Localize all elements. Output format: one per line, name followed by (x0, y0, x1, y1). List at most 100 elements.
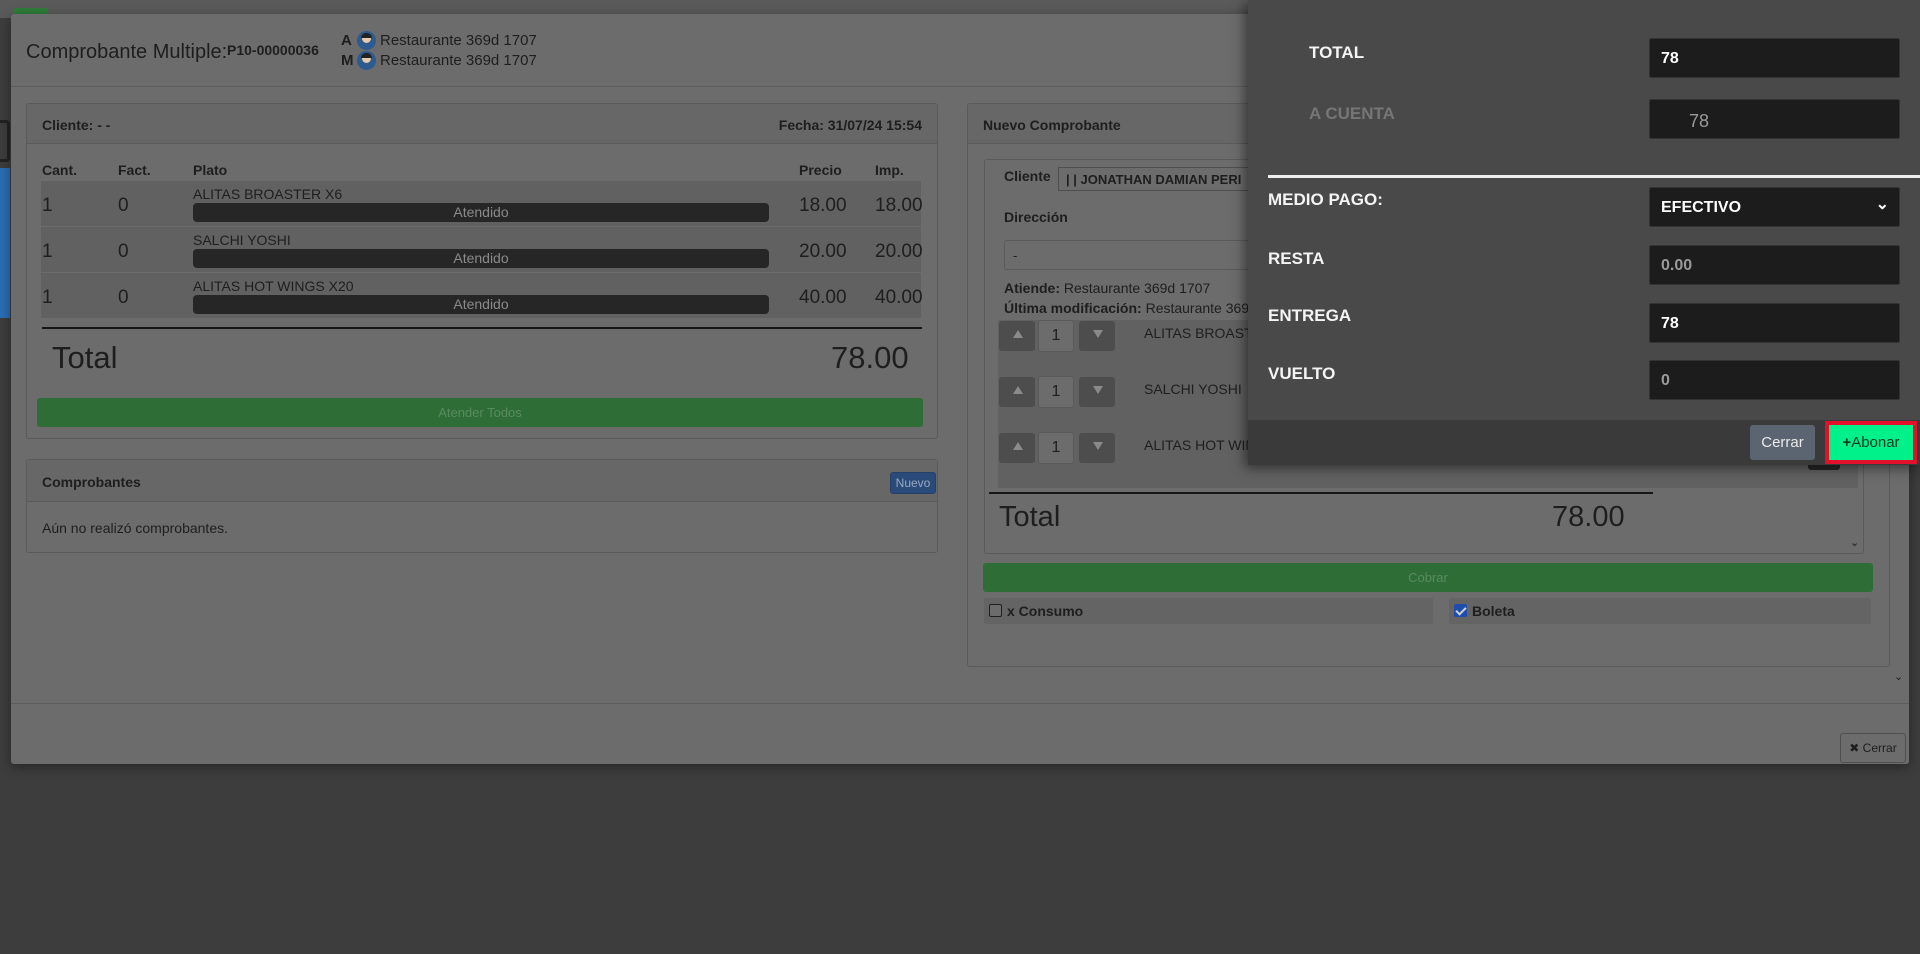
user-row-m: M Restaurante 369d 1707 (341, 51, 537, 70)
new-voucher-button[interactable]: Nuevo (890, 472, 936, 494)
address-label: Dirección (1004, 209, 1068, 225)
chevron-down-icon[interactable]: ⌄ (1850, 536, 1860, 549)
order-row[interactable]: 1 0 SALCHI YOSHI Atendido 20.00 20.00 (41, 227, 923, 272)
remaining-label: RESTA (1268, 249, 1325, 268)
payment-footer: Cerrar +Abonar (1248, 420, 1920, 465)
modified-value: Restaurante 369 (1145, 300, 1250, 316)
boleta-label: Boleta (1472, 603, 1515, 619)
decrease-qty-button[interactable] (1079, 377, 1115, 407)
row-qty: 1 (42, 287, 53, 308)
qty-stepper[interactable]: 1 (1038, 320, 1074, 352)
remaining-field[interactable]: 0.00 (1649, 245, 1900, 285)
increase-qty-button[interactable] (999, 321, 1035, 351)
order-total-value: 78.00 (831, 340, 909, 375)
consumo-option[interactable]: x Consumo (984, 598, 1433, 624)
total-label: TOTAL (1309, 43, 1365, 62)
vouchers-panel: Comprobantes Nuevo Aún no realizó compro… (26, 459, 938, 553)
account-field[interactable]: 78 (1649, 99, 1900, 139)
vouchers-empty-text: Aún no realizó comprobantes. (42, 520, 228, 536)
new-voucher-title: Nuevo Comprobante (983, 117, 1121, 133)
client-input[interactable]: | | JONATHAN DAMIAN PERI (1058, 167, 1258, 191)
qty-stepper[interactable]: 1 (1038, 432, 1074, 464)
change-label: VUELTO (1268, 364, 1336, 383)
row-price: 20.00 (799, 241, 847, 262)
increase-qty-button[interactable] (999, 377, 1035, 407)
row-price: 40.00 (799, 287, 847, 308)
background-control (0, 120, 10, 162)
status-badge: Atendido (193, 249, 769, 268)
account-label: A CUENTA (1309, 104, 1395, 123)
row-amount: 40.00 (875, 287, 923, 308)
payment-close-button[interactable]: Cerrar (1750, 425, 1815, 460)
row-dish: SALCHI YOSHI (193, 232, 291, 248)
order-row[interactable]: 1 0 ALITAS BROASTER X6 Atendido 18.00 18… (41, 181, 923, 226)
payment-panel: TOTAL 78 A CUENTA 78 MEDIO PAGO: EFECTIV… (1248, 0, 1920, 465)
row-amount: 18.00 (875, 195, 923, 216)
vouchers-title: Comprobantes (42, 474, 141, 490)
plus-icon: + (1842, 434, 1852, 451)
row-fact: 0 (118, 241, 129, 262)
order-panel-header: Cliente: - - Fecha: 31/07/24 15:54 (27, 104, 937, 144)
voucher-total-label: Total (999, 501, 1061, 533)
voucher-code: P10-00000036 (227, 42, 319, 58)
attends-label: Atiende: (1004, 280, 1060, 296)
col-header-amount: Imp. (875, 162, 904, 178)
abonar-button[interactable]: +Abonar (1829, 425, 1913, 460)
voucher-total-value: 78.00 (1552, 501, 1625, 533)
row-qty: 1 (42, 241, 53, 262)
modified-label: Última modificación: (1004, 300, 1142, 316)
row-amount: 20.00 (875, 241, 923, 262)
payment-method-value: EFECTIVO (1661, 199, 1742, 216)
col-header-fact: Fact. (118, 162, 151, 178)
decrease-qty-button[interactable] (1079, 433, 1115, 463)
row-dish: ALITAS HOT WINGS X20 (193, 278, 354, 294)
status-badge: Atendido (193, 203, 769, 222)
delivered-field[interactable]: 78 (1649, 303, 1900, 343)
modal-footer-divider (11, 703, 1909, 704)
delivered-label: ENTREGA (1268, 306, 1352, 325)
background-panel (0, 168, 10, 318)
boleta-checkbox[interactable] (1454, 604, 1467, 617)
row-qty: 1 (42, 195, 53, 216)
attend-all-button[interactable]: Atender Todos (37, 398, 923, 427)
voucher-total-divider (989, 492, 1653, 494)
row-fact: 0 (118, 287, 129, 308)
address-input[interactable]: - (1004, 240, 1258, 270)
increase-qty-button[interactable] (999, 433, 1035, 463)
payment-divider (1268, 175, 1920, 178)
item-name: ALITAS BROASTE (1144, 325, 1262, 341)
consumo-label: x Consumo (1007, 603, 1084, 619)
qty-stepper[interactable]: 1 (1038, 376, 1074, 408)
change-field[interactable]: 0 (1649, 360, 1900, 400)
row-fact: 0 (118, 195, 129, 216)
order-date: Fecha: 31/07/24 15:54 (778, 117, 922, 133)
row-price: 18.00 (799, 195, 847, 216)
item-name: SALCHI YOSHI (1144, 381, 1242, 397)
col-header-qty: Cant. (42, 162, 77, 178)
avatar-icon (357, 51, 376, 70)
charge-button[interactable]: Cobrar (983, 563, 1873, 592)
order-total-label: Total (52, 340, 118, 375)
modified-line: Última modificación: Restaurante 369 (1004, 300, 1249, 316)
attends-line: Atiende: Restaurante 369d 1707 (1004, 280, 1210, 296)
total-divider (42, 327, 922, 329)
col-header-dish: Plato (193, 162, 228, 178)
row-dish: ALITAS BROASTER X6 (193, 186, 343, 202)
decrease-qty-button[interactable] (1079, 321, 1115, 351)
user-letter: A (341, 32, 352, 49)
abonar-highlight: +Abonar (1825, 421, 1917, 464)
attends-value: Restaurante 369d 1707 (1063, 280, 1211, 296)
user-row-a: A Restaurante 369d 1707 (341, 31, 537, 50)
boleta-option[interactable]: Boleta (1449, 598, 1871, 624)
close-modal-button[interactable]: ✖ Cerrar (1840, 733, 1906, 763)
order-row[interactable]: 1 0 ALITAS HOT WINGS X20 Atendido 40.00 … (41, 273, 923, 318)
abonar-label: Abonar (1851, 434, 1900, 451)
consumo-checkbox[interactable] (989, 604, 1002, 617)
payment-method-select[interactable]: EFECTIVO (1649, 187, 1900, 227)
chevron-down-icon[interactable]: ⌄ (1894, 670, 1904, 683)
modal-title: Comprobante Multiple: (26, 41, 228, 63)
avatar-icon (357, 31, 376, 50)
payment-method-label: MEDIO PAGO: (1268, 190, 1383, 209)
user-name: Restaurante 369d 1707 (380, 32, 537, 49)
total-field[interactable]: 78 (1649, 38, 1900, 78)
